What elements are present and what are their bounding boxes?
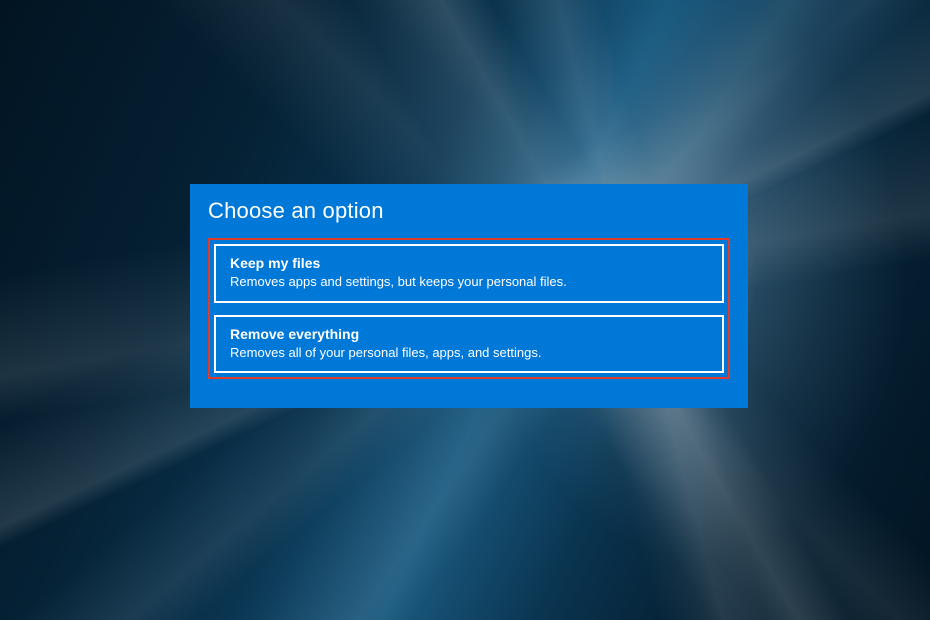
keep-my-files-option[interactable]: Keep my files Removes apps and settings,… xyxy=(214,244,724,303)
dialog-title: Choose an option xyxy=(208,198,730,224)
option-description: Removes apps and settings, but keeps you… xyxy=(230,273,708,291)
option-title: Remove everything xyxy=(230,325,708,343)
option-title: Keep my files xyxy=(230,254,708,272)
choose-option-dialog: Choose an option Keep my files Removes a… xyxy=(190,184,748,408)
remove-everything-option[interactable]: Remove everything Removes all of your pe… xyxy=(214,315,724,374)
options-highlight-box: Keep my files Removes apps and settings,… xyxy=(208,238,730,379)
option-description: Removes all of your personal files, apps… xyxy=(230,344,708,362)
